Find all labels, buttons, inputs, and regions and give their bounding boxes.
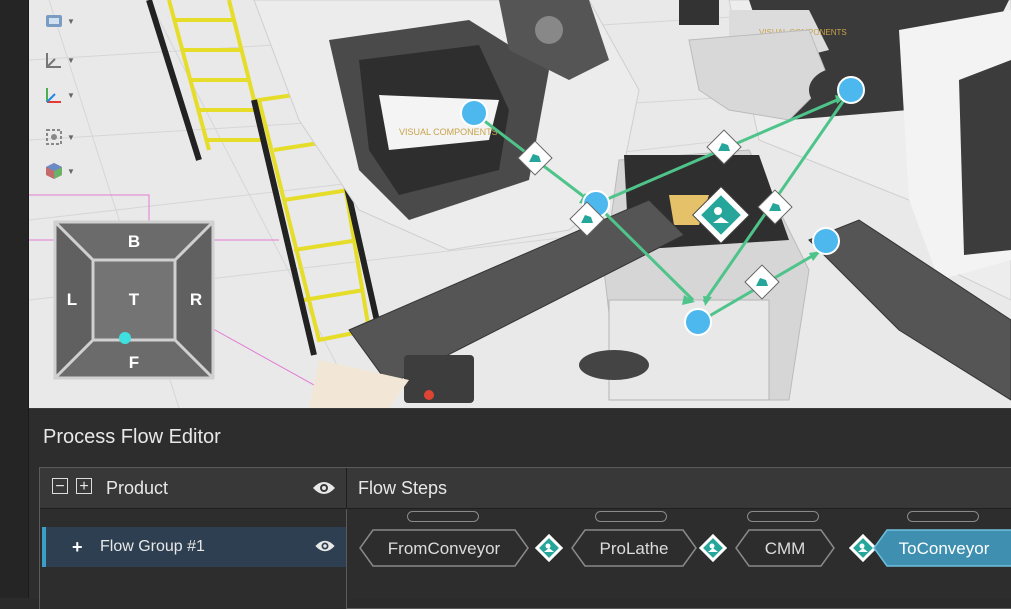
nav-cube-bottom-label[interactable]: F — [124, 353, 144, 373]
navigation-cube[interactable]: B L T R F — [53, 220, 215, 380]
product-header-label: Product — [106, 478, 169, 498]
panel-title: Process Flow Editor — [43, 426, 221, 448]
step-label: CMM — [764, 539, 806, 558]
robot-transport-icon[interactable] — [698, 533, 728, 563]
step-prolathe[interactable]: ProLathe — [571, 529, 697, 567]
step-toconveyor[interactable]: ToConveyor — [873, 529, 1011, 567]
step-connector-tab[interactable] — [407, 511, 479, 522]
flow-steps-column-header: Flow Steps — [347, 468, 1011, 509]
step-label: FromConveyor — [387, 539, 501, 558]
local-axis-icon[interactable]: ▼ — [43, 82, 77, 108]
collapse-all-button[interactable]: − — [52, 478, 68, 495]
flow-group-row[interactable]: + Flow Group #1 — [42, 527, 346, 567]
view-cube-icon[interactable]: ▼ — [43, 158, 77, 184]
expand-all-button[interactable]: + — [76, 478, 92, 495]
flow-group-label: Flow Group #1 — [100, 538, 205, 555]
svg-text:VISUAL COMPONENTS: VISUAL COMPONENTS — [399, 127, 498, 137]
display-icon[interactable]: ▼ — [43, 8, 77, 34]
nav-cube-center-label[interactable]: T — [124, 290, 144, 310]
process-flow-editor-panel: Process Flow Editor − + Product Flow Ste… — [29, 408, 1011, 609]
step-cmm[interactable]: CMM — [735, 529, 835, 567]
nav-cube-right-label[interactable]: R — [186, 290, 206, 310]
left-toolbar-strip — [0, 0, 29, 598]
step-label: ProLathe — [599, 539, 669, 558]
expand-group-icon[interactable]: + — [72, 537, 83, 558]
axis-icon[interactable]: ▼ — [43, 47, 77, 73]
product-column-header: − + Product — [40, 468, 347, 509]
step-connector-tab[interactable] — [747, 511, 819, 522]
robot-transport-icon[interactable] — [534, 533, 564, 563]
step-label: ToConveyor — [898, 539, 990, 558]
flow-steps-header-label: Flow Steps — [358, 478, 448, 498]
3d-viewport[interactable]: VISUAL COMPONENTS VISUAL COMPONENTS — [29, 0, 1011, 408]
visibility-eye-icon[interactable] — [312, 480, 336, 501]
flow-group-visibility-eye-icon[interactable] — [314, 539, 336, 558]
step-fromconveyor[interactable]: FromConveyor — [359, 529, 529, 567]
step-connector-tab[interactable] — [907, 511, 979, 522]
nav-cube-top-label[interactable]: B — [124, 232, 144, 252]
nav-cube-left-label[interactable]: L — [62, 290, 82, 310]
flow-steps-track: FromConveyor ProLathe CMM ToConveyor — [347, 509, 1011, 609]
step-connector-tab[interactable] — [595, 511, 667, 522]
snap-icon[interactable]: ▼ — [43, 124, 77, 150]
product-list: + Flow Group #1 — [40, 509, 347, 609]
